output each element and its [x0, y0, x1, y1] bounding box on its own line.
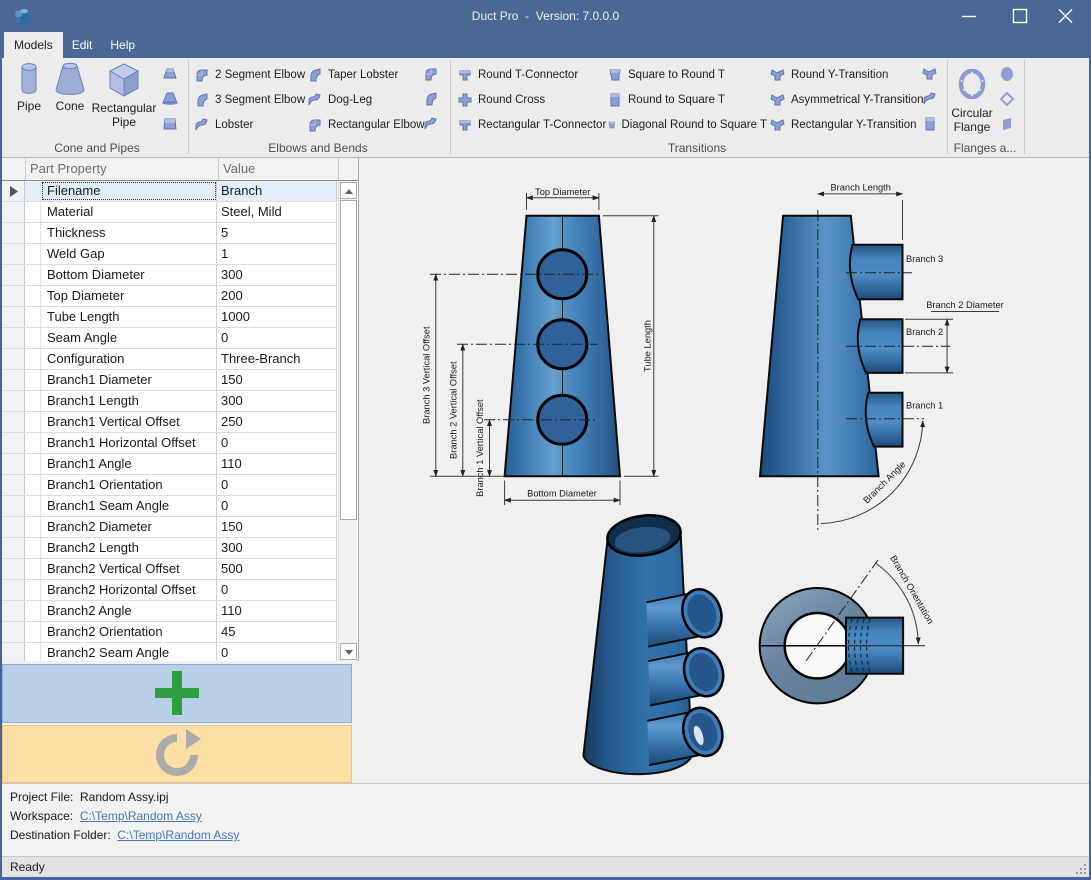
svg-text:Bottom Diameter: Bottom Diameter [527, 489, 597, 499]
svg-text:Branch 3 Vertical Offset: Branch 3 Vertical Offset [421, 326, 431, 424]
svg-text:Branch Length: Branch Length [830, 183, 890, 193]
svg-text:Branch 2: Branch 2 [906, 327, 943, 337]
svg-text:Tube Length: Tube Length [643, 320, 653, 372]
svg-text:Branch 1: Branch 1 [906, 401, 943, 411]
svg-text:Branch 3: Branch 3 [906, 254, 943, 264]
svg-text:Branch 2 Diameter: Branch 2 Diameter [926, 300, 1004, 310]
svg-text:Branch 1 Vertical Offset: Branch 1 Vertical Offset [475, 399, 485, 497]
svg-text:Branch 2 Vertical Offset: Branch 2 Vertical Offset [448, 361, 458, 459]
svg-text:Top Diameter: Top Diameter [535, 187, 590, 197]
